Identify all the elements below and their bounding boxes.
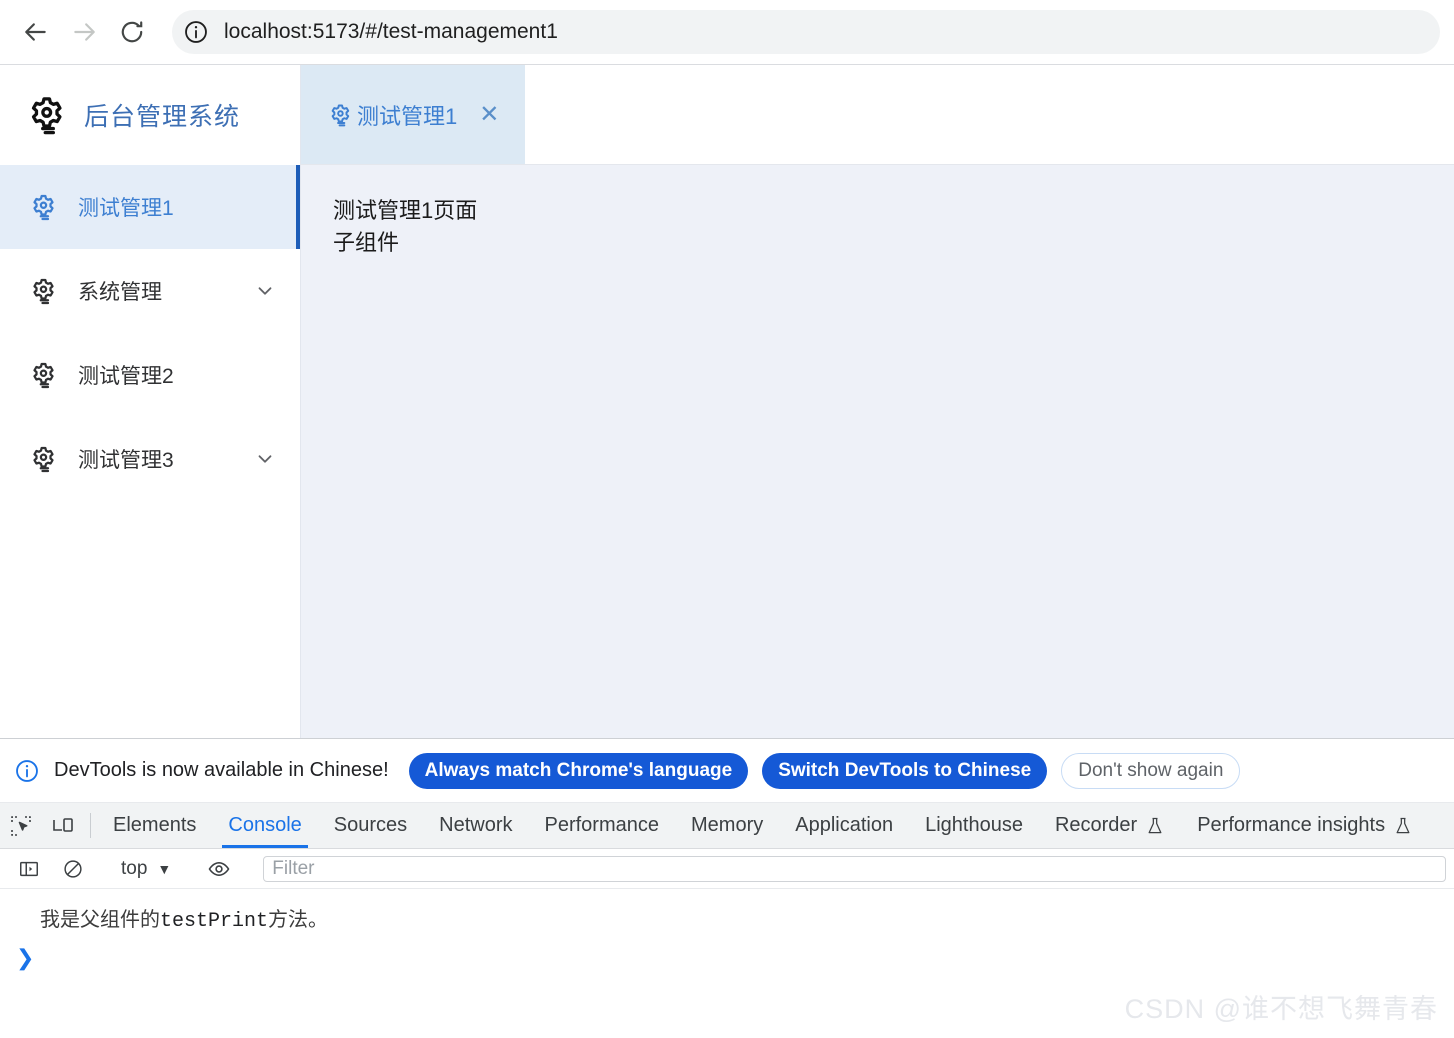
tab-label: Sources [333,814,408,836]
devtools-tab-bar: Elements Console Sources Network Perform… [0,803,1454,849]
tab-sources[interactable]: Sources [318,803,423,848]
devtools-language-notice: DevTools is now available in Chinese! Al… [0,739,1454,803]
console-toolbar: top ▼ Filter [0,849,1454,889]
tab-console[interactable]: Console [212,803,317,848]
url-text: localhost:5173/#/test-management1 [224,20,558,43]
watermark: CSDN @谁不想飞舞青春 [1124,994,1438,1024]
info-circle-icon [14,758,40,784]
site-info-button[interactable] [178,14,214,50]
device-toolbar-button[interactable] [42,803,84,848]
chevron-down-icon[interactable] [254,448,276,470]
sidebar-item-test-management-1[interactable]: 测试管理1 [0,165,300,249]
sidebar: 后台管理系统 测试管理1 系统管理 测试管理2 测试管理3 [0,65,300,738]
gear-settings-icon [28,192,58,222]
message-code: testPrint [160,910,269,933]
forward-button[interactable] [62,10,106,54]
tab-memory[interactable]: Memory [675,803,779,848]
console-sidebar-icon [20,861,38,876]
sidebar-item-label: 系统管理 [78,281,162,304]
clear-console-button[interactable] [52,858,94,880]
tab-recorder[interactable]: Recorder [1039,803,1181,848]
experiment-flask-icon [1145,816,1165,836]
context-label: top [121,857,148,879]
gear-settings-icon [28,360,58,390]
sidebar-item-label: 测试管理1 [78,197,174,220]
tab-test-management-1[interactable]: 测试管理1 ✕ [301,65,527,164]
clear-console-icon [64,859,82,878]
tab-lighthouse[interactable]: Lighthouse [909,803,1039,848]
eye-icon [208,861,230,876]
main-area: 测试管理1 ✕ 测试管理1页面 子组件 [300,65,1454,738]
gear-settings-icon [28,276,58,306]
reload-icon [121,21,143,43]
reload-button[interactable] [110,10,154,54]
tab-label: 测试管理1 [357,103,458,129]
experiment-flask-icon [1393,816,1413,836]
info-circle-icon [185,21,207,43]
content-line-1: 测试管理1页面 [333,198,478,223]
tab-performance-insights[interactable]: Performance insights [1181,803,1429,848]
tab-bar: 测试管理1 ✕ [301,65,1454,165]
app-title: 后台管理系统 [84,103,241,131]
console-input-prompt[interactable]: ❯ [0,937,1454,971]
sidebar-item-test-management-2[interactable]: 测试管理2 [0,333,300,417]
sidebar-item-label: 测试管理2 [78,365,174,388]
toolbar-divider [90,813,91,838]
tab-label: Performance insights [1197,814,1386,836]
tab-label: Lighthouse [925,814,1023,836]
tab-network[interactable]: Network [423,803,528,848]
console-sidebar-toggle-button[interactable] [8,858,50,880]
app-window: 后台管理系统 测试管理1 系统管理 测试管理2 测试管理3 测试管理1 ✕ 测试… [0,64,1454,738]
switch-devtools-to-chinese-button[interactable]: Switch DevTools to Chinese [762,752,1048,789]
sidebar-logo-row: 后台管理系统 [0,65,300,165]
chevron-down-icon[interactable] [254,280,276,302]
always-match-language-button[interactable]: Always match Chrome's language [408,752,749,789]
gear-settings-icon [327,102,353,128]
message-prefix: 我是父组件的 [40,909,160,931]
tab-label: Recorder [1054,814,1138,836]
back-button[interactable] [14,10,58,54]
sidebar-item-label: 测试管理3 [78,449,174,472]
address-bar[interactable]: localhost:5173/#/test-management1 [172,10,1440,54]
tab-performance[interactable]: Performance [529,803,676,848]
close-icon[interactable]: ✕ [479,102,499,127]
tab-label: Console [228,814,302,836]
execution-context-selector[interactable]: top ▼ [111,858,181,880]
arrow-right-icon [74,23,95,41]
live-expression-button[interactable] [198,857,240,881]
device-toolbar-icon [53,817,73,832]
sidebar-item-test-management-3[interactable]: 测试管理3 [0,417,300,501]
console-filter-input[interactable]: Filter [263,855,1446,882]
arrow-left-icon [25,23,46,41]
gear-settings-icon [28,444,58,474]
tab-label: Memory [691,814,764,836]
dont-show-again-button[interactable]: Don't show again [1061,752,1241,789]
tab-label: Performance [544,814,660,836]
console-message: 我是父组件的testPrint方法。 [0,899,1454,937]
tab-label: Elements [113,814,197,836]
content-line-2: 子组件 [333,229,400,255]
tab-application[interactable]: Application [779,803,909,848]
tab-label: Network [439,814,513,836]
notice-text: DevTools is now available in Chinese! [54,759,389,781]
page-content: 测试管理1页面 子组件 [301,165,1454,738]
tab-elements[interactable]: Elements [97,803,212,848]
inspect-element-button[interactable] [0,803,42,848]
chevron-down-icon: ▼ [157,860,172,877]
tab-bar-empty-space [526,65,1454,164]
sidebar-menu: 测试管理1 系统管理 测试管理2 测试管理3 [0,165,300,501]
tab-label: Application [795,814,894,836]
message-suffix: 方法。 [268,909,329,931]
gear-settings-icon [24,93,68,137]
sidebar-item-system-management[interactable]: 系统管理 [0,249,300,333]
browser-toolbar: localhost:5173/#/test-management1 [0,0,1454,64]
inspect-element-icon [11,815,31,836]
